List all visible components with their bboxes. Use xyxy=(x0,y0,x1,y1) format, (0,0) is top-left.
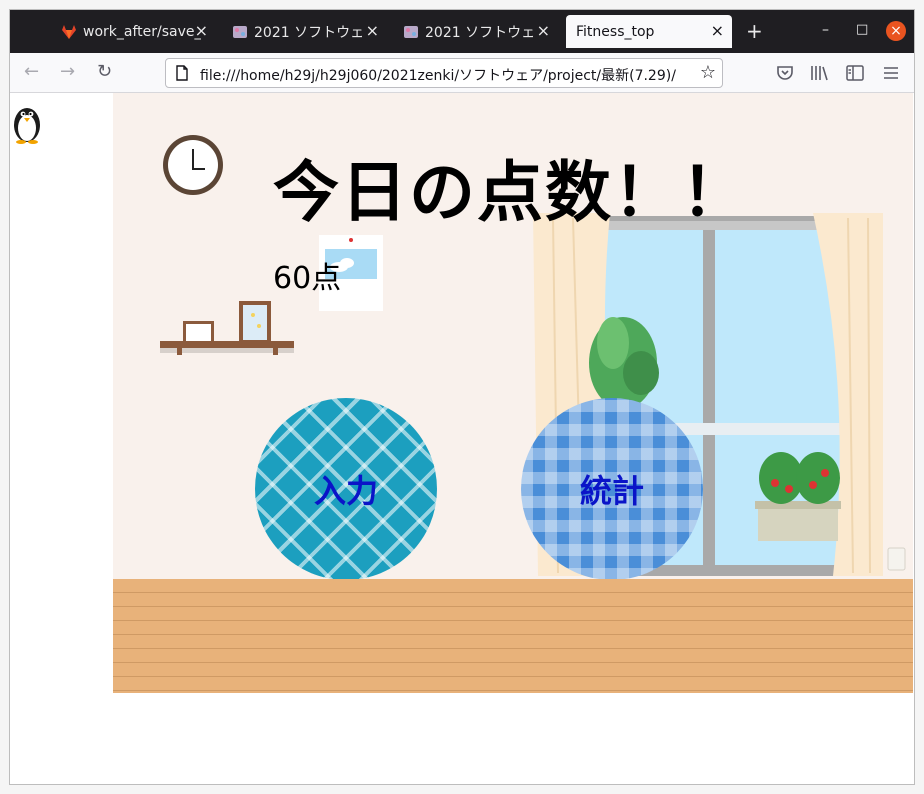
tab-title: 2021 ソフトウェ xyxy=(254,24,365,41)
pocket-icon[interactable] xyxy=(776,64,794,82)
library-icon[interactable] xyxy=(810,64,830,82)
tab-software-1[interactable]: 2021 ソフトウェ × xyxy=(222,15,387,48)
navigation-toolbar: ← → ↻ file:///home/h29j/h29j060/2021zenk… xyxy=(10,53,914,93)
gitlab-icon xyxy=(62,24,76,39)
page-favicon-icon xyxy=(233,25,247,38)
score-text: 60点 xyxy=(273,261,342,296)
tab-close-button[interactable]: × xyxy=(366,22,379,40)
tab-title: 2021 ソフトウェ xyxy=(425,24,536,41)
page-icon xyxy=(176,65,188,81)
bookmark-star-icon[interactable]: ☆ xyxy=(700,62,716,83)
page-heading: 今日の点数！！ xyxy=(273,154,749,231)
clock-icon xyxy=(163,135,223,195)
back-arrow-icon[interactable]: ← xyxy=(24,62,39,82)
window-close-button[interactable]: × xyxy=(886,21,906,41)
reload-icon[interactable]: ↻ xyxy=(97,62,112,82)
input-button-label: 入力 xyxy=(313,472,378,510)
tab-fitness-top[interactable]: Fitness_top × xyxy=(566,15,732,48)
page-favicon-icon xyxy=(404,25,418,38)
stats-button-label: 統計 xyxy=(579,472,644,510)
page-content: 今日の点数！！ 60点 入力 統計 xyxy=(10,93,914,784)
tab-title: work_after/save_ xyxy=(83,23,201,40)
maximize-button[interactable]: □ xyxy=(856,22,868,37)
room-scene: 今日の点数！！ 60点 入力 統計 xyxy=(113,93,913,693)
minimize-button[interactable]: – xyxy=(822,22,829,38)
wooden-floor xyxy=(113,579,913,693)
tab-title: Fitness_top xyxy=(576,23,655,40)
menu-icon[interactable] xyxy=(883,65,899,81)
stats-button[interactable]: 統計 xyxy=(521,398,703,580)
sidebar-icon[interactable] xyxy=(846,65,864,81)
tab-close-button[interactable]: × xyxy=(537,22,550,40)
browser-window: work_after/save_ × 2021 ソフトウェ × 2021 ソフト… xyxy=(9,9,915,785)
forward-arrow-icon[interactable]: → xyxy=(60,62,75,82)
tab-software-2[interactable]: 2021 ソフトウェ × xyxy=(393,15,558,48)
address-bar[interactable]: file:///home/h29j/h29j060/2021zenki/ソフトウ… xyxy=(165,58,723,88)
tab-close-button[interactable]: × xyxy=(195,22,208,40)
new-tab-button[interactable]: + xyxy=(746,21,763,41)
url-text: file:///home/h29j/h29j060/2021zenki/ソフトウ… xyxy=(200,68,676,84)
tab-close-button[interactable]: × xyxy=(711,22,724,40)
tab-strip: work_after/save_ × 2021 ソフトウェ × 2021 ソフト… xyxy=(10,10,914,53)
tab-work-after[interactable]: work_after/save_ × xyxy=(51,15,216,48)
input-button[interactable]: 入力 xyxy=(255,398,437,580)
penguin-icon xyxy=(14,108,40,144)
shelf xyxy=(160,301,294,355)
